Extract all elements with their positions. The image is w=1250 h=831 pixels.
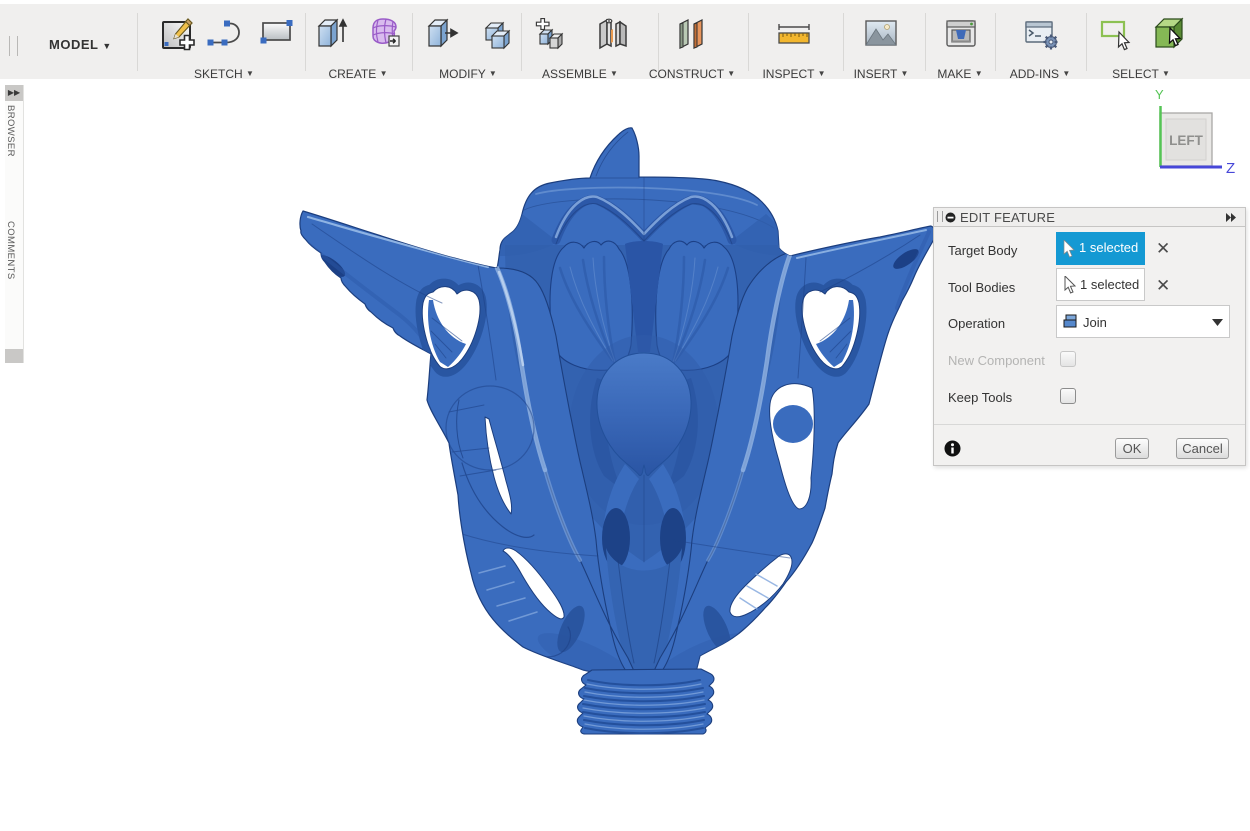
svg-text:Y: Y xyxy=(1155,87,1164,102)
svg-text:Z: Z xyxy=(1226,160,1235,177)
svg-text:LEFT: LEFT xyxy=(1169,133,1203,148)
